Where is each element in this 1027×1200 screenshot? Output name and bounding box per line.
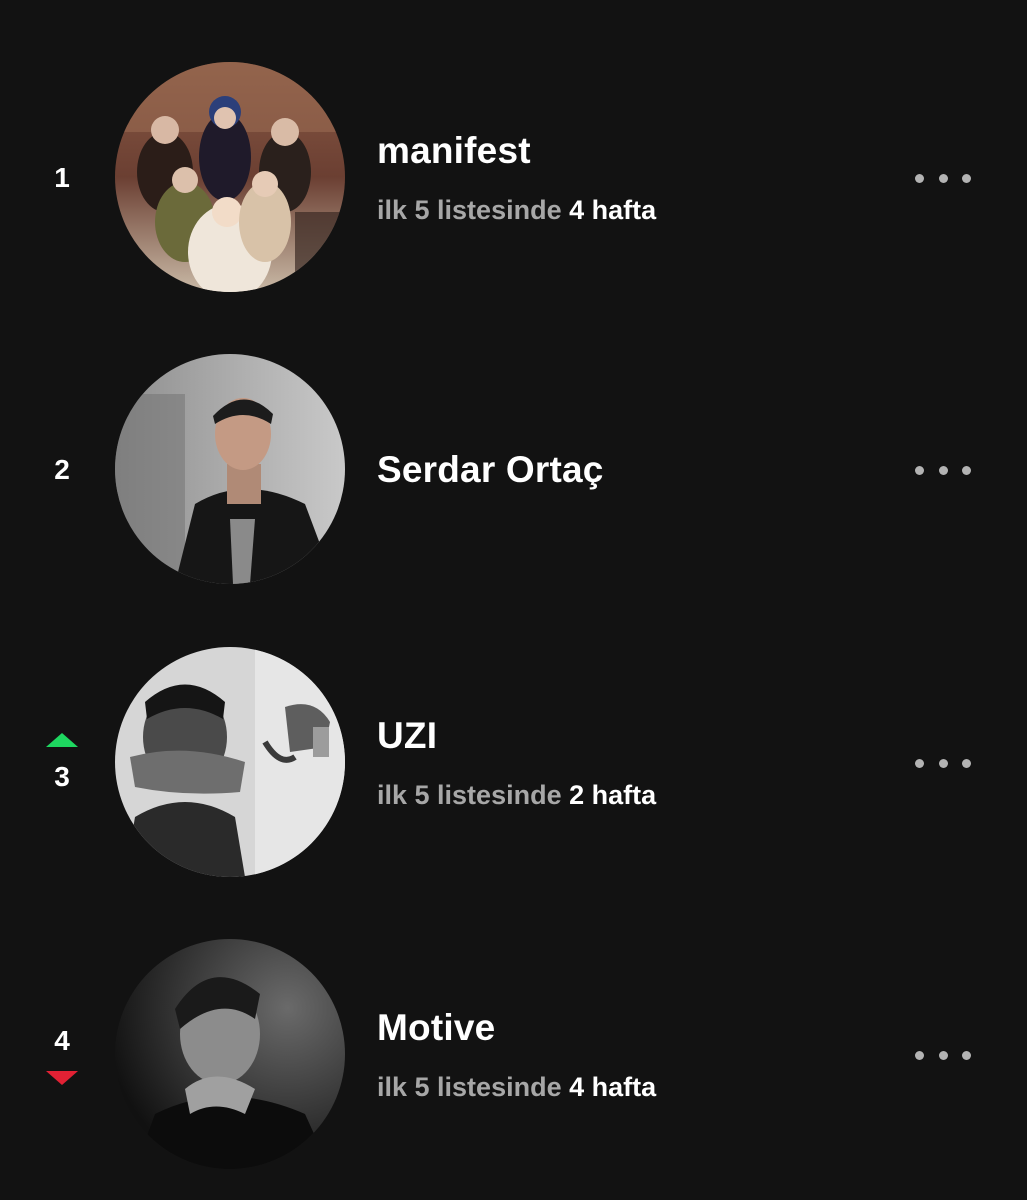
artist-name[interactable]: UZI	[377, 714, 656, 758]
rank-column: 1	[22, 58, 102, 298]
list-item[interactable]: 1 manifest ilk 5 listesinde 4 hafta	[0, 58, 1027, 298]
top-artists-list: 1 manifest ilk 5 listesinde 4 hafta 2 Se…	[0, 0, 1027, 1200]
list-item[interactable]: 2 Serdar Ortaç	[0, 350, 1027, 590]
trend-down-icon	[46, 1071, 78, 1085]
artist-name[interactable]: Serdar Ortaç	[377, 448, 604, 492]
more-horizontal-icon[interactable]	[915, 1040, 971, 1070]
artist-name[interactable]: manifest	[377, 129, 656, 173]
chart-stat-value: 4 hafta	[569, 1072, 657, 1102]
artist-info: Motive ilk 5 listesinde 4 hafta	[377, 935, 656, 1175]
chart-stat-prefix: ilk 5 listesinde	[377, 780, 562, 810]
rank-column: 3	[22, 643, 102, 883]
list-item[interactable]: 3 UZI ilk 5 listesinde 2 hafta	[0, 643, 1027, 883]
artist-info: manifest ilk 5 listesinde 4 hafta	[377, 58, 656, 298]
chart-stat: ilk 5 listesinde 4 hafta	[377, 1070, 656, 1104]
trend-up-icon	[46, 733, 78, 747]
more-horizontal-icon[interactable]	[915, 455, 971, 485]
list-item[interactable]: 4 Motive ilk 5 listesinde 4 hafta	[0, 935, 1027, 1175]
artist-info: UZI ilk 5 listesinde 2 hafta	[377, 643, 656, 883]
rank-number: 2	[54, 454, 70, 485]
rank-column: 4	[22, 935, 102, 1175]
rank-number: 3	[54, 761, 70, 792]
artist-avatar[interactable]	[115, 939, 345, 1169]
chart-stat: ilk 5 listesinde 2 hafta	[377, 778, 656, 812]
rank-number: 4	[54, 1025, 70, 1056]
artist-info: Serdar Ortaç	[377, 350, 604, 590]
artist-avatar[interactable]	[115, 354, 345, 584]
chart-stat-value: 2 hafta	[569, 780, 657, 810]
more-horizontal-icon[interactable]	[915, 163, 971, 193]
rank-column: 2	[22, 350, 102, 590]
more-horizontal-icon[interactable]	[915, 748, 971, 778]
artist-name[interactable]: Motive	[377, 1006, 656, 1050]
chart-stat: ilk 5 listesinde 4 hafta	[377, 193, 656, 227]
artist-avatar[interactable]	[115, 647, 345, 877]
artist-avatar[interactable]	[115, 62, 345, 292]
chart-stat-prefix: ilk 5 listesinde	[377, 195, 562, 225]
rank-number: 1	[54, 162, 70, 193]
chart-stat-prefix: ilk 5 listesinde	[377, 1072, 562, 1102]
chart-stat-value: 4 hafta	[569, 195, 657, 225]
